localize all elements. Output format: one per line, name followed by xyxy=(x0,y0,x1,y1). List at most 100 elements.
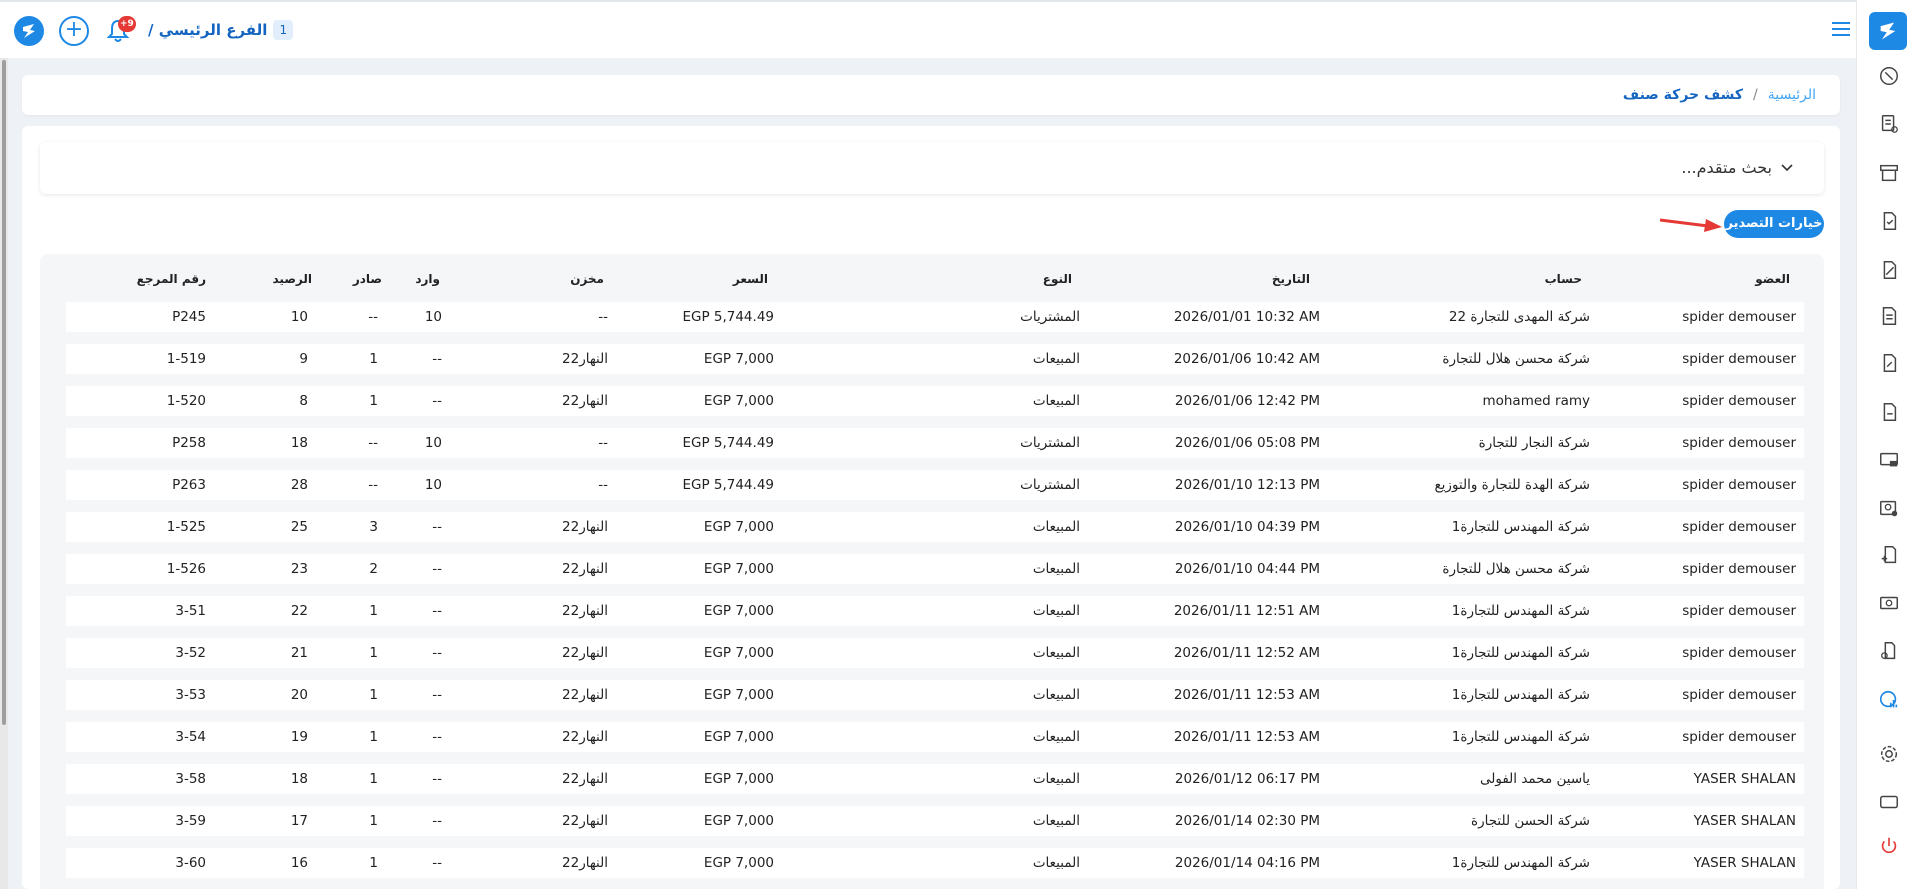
power-icon[interactable] xyxy=(1877,834,1901,858)
cell-ref: 1-525 xyxy=(166,519,206,535)
cell-outgoing: 1 xyxy=(369,393,378,409)
cell-member: spider demouser xyxy=(1682,393,1796,409)
dashboard-icon[interactable] xyxy=(1877,64,1901,88)
purchase-icon[interactable] xyxy=(1877,209,1901,233)
document-icon[interactable] xyxy=(1877,304,1901,328)
table-row[interactable]: spider demouser شركة محسن هلال للتجارة 202… xyxy=(66,344,1804,374)
table-row[interactable]: spider demouser شركة المهندس للتجارة1 2026… xyxy=(66,722,1804,752)
header-price: السعر xyxy=(732,272,768,286)
main-content: بحث متقدم... خيارات التصدير العضو حساب ا… xyxy=(22,126,1840,889)
cell-store: النهار22 xyxy=(562,351,608,367)
cell-date: 2026/01/10 04:44 PM xyxy=(1174,561,1320,577)
menu-toggle-icon[interactable] xyxy=(1832,22,1850,38)
cell-incoming: -- xyxy=(432,729,442,745)
cell-ref: 3-51 xyxy=(175,603,206,619)
app-logo-icon[interactable] xyxy=(14,16,44,46)
cell-balance: 18 xyxy=(290,771,308,787)
invoice-icon[interactable] xyxy=(1877,112,1901,136)
pos-icon[interactable] xyxy=(1877,448,1901,472)
chevron-down-icon xyxy=(1780,158,1794,177)
table-row[interactable]: YASER SHALAN شركة المهندس للتجارة1 2026/01… xyxy=(66,848,1804,878)
table-row[interactable]: spider demouser شركة النجار للتجارة 2026/0… xyxy=(66,428,1804,458)
header-incoming: وارد xyxy=(415,272,440,286)
cell-member: spider demouser xyxy=(1682,645,1796,661)
table-row[interactable]: spider demouser شركة المهندس للتجارة1 2026… xyxy=(66,680,1804,710)
advanced-search-toggle[interactable]: بحث متقدم... xyxy=(40,142,1824,194)
cell-account: شركة الحسن للتجارة xyxy=(1471,813,1590,829)
reports-icon[interactable] xyxy=(1877,688,1901,712)
cell-incoming: -- xyxy=(432,687,442,703)
cell-outgoing: 1 xyxy=(369,813,378,829)
cell-price: EGP 7,000 xyxy=(703,687,774,703)
cell-member: spider demouser xyxy=(1682,309,1796,325)
store-icon[interactable] xyxy=(1877,161,1901,185)
table-row[interactable]: spider demouser شركة محسن هلال للتجارة 202… xyxy=(66,554,1804,584)
breadcrumb-home-link[interactable]: الرئيسية xyxy=(1768,87,1816,103)
money-icon[interactable] xyxy=(1877,591,1901,615)
branch-selector[interactable]: 1 الفرع الرئيسي / xyxy=(148,20,294,40)
cell-balance: 25 xyxy=(290,519,308,535)
cell-account: شركة المهندس للتجارة1 xyxy=(1451,855,1590,871)
scrollbar-thumb[interactable] xyxy=(2,60,6,725)
cell-type: المبيعات xyxy=(1032,855,1080,871)
table-row[interactable]: YASER SHALAN ياسين محمد الفولى 2026/01/12 … xyxy=(66,764,1804,794)
cell-member: spider demouser xyxy=(1682,561,1796,577)
cell-price: EGP 5,744.49 xyxy=(682,309,774,325)
returns-icon[interactable] xyxy=(1877,351,1901,375)
add-button[interactable]: + xyxy=(59,16,89,46)
cell-date: 2026/01/06 10:42 AM xyxy=(1173,351,1320,367)
cell-account: شركة محسن هلال للتجارة xyxy=(1442,351,1590,367)
cell-incoming: -- xyxy=(432,855,442,871)
sidebar-logo-icon[interactable] xyxy=(1869,12,1907,50)
settings-icon[interactable] xyxy=(1877,742,1901,766)
cell-ref: P245 xyxy=(172,309,206,325)
cell-member: YASER SHALAN xyxy=(1693,855,1796,871)
sales-icon[interactable] xyxy=(1877,258,1901,282)
cell-incoming: -- xyxy=(432,603,442,619)
breadcrumb-card: الرئيسية / كشف حركة صنف xyxy=(22,75,1840,115)
cell-store: -- xyxy=(598,309,608,325)
table-row[interactable]: spider demouser شركة الهدة للتجارة والتوز… xyxy=(66,470,1804,500)
page-scrollbar[interactable] xyxy=(0,58,8,889)
table-row[interactable]: spider demouser شركة المهندس للتجارة1 2026… xyxy=(66,638,1804,668)
cell-type: المشتريات xyxy=(1020,477,1080,493)
export-options-button[interactable]: خيارات التصدير xyxy=(1724,210,1824,238)
cell-account: شركة النجار للتجارة xyxy=(1478,435,1590,451)
cell-account: شركة المهدى للتجارة 22 xyxy=(1448,309,1590,325)
cell-type: المبيعات xyxy=(1032,813,1080,829)
add-customer-icon[interactable] xyxy=(1877,543,1901,567)
employee-icon[interactable] xyxy=(1877,496,1901,520)
cell-incoming: -- xyxy=(432,393,442,409)
cell-type: المشتريات xyxy=(1020,435,1080,451)
return-invoice-icon[interactable] xyxy=(1877,400,1901,424)
header-ref: رقم المرجع xyxy=(136,272,206,286)
cell-outgoing: 2 xyxy=(369,561,378,577)
window-icon[interactable] xyxy=(1877,790,1901,814)
cell-incoming: -- xyxy=(432,351,442,367)
cell-balance: 10 xyxy=(290,309,308,325)
cell-ref: 3-60 xyxy=(175,855,206,871)
table-row[interactable]: spider demouser شركة المهندس للتجارة1 2026… xyxy=(66,596,1804,626)
cell-outgoing: 1 xyxy=(369,771,378,787)
expense-icon[interactable] xyxy=(1877,639,1901,663)
cell-ref: 1-520 xyxy=(166,393,206,409)
cell-type: المبيعات xyxy=(1032,519,1080,535)
table-row[interactable]: spider demouser mohamed ramy 2026/01/06 12… xyxy=(66,386,1804,416)
cell-ref: P258 xyxy=(172,435,206,451)
table-row[interactable]: spider demouser شركة المهدى للتجارة 22 202… xyxy=(66,302,1804,332)
cell-price: EGP 7,000 xyxy=(703,519,774,535)
table-row[interactable]: YASER SHALAN شركة الحسن للتجارة 2026/01/14… xyxy=(66,806,1804,836)
table-row[interactable]: spider demouser شركة المهندس للتجارة1 2026… xyxy=(66,512,1804,542)
cell-type: المبيعات xyxy=(1032,561,1080,577)
cell-date: 2026/01/11 12:52 AM xyxy=(1173,645,1320,661)
cell-price: EGP 7,000 xyxy=(703,351,774,367)
cell-price: EGP 7,000 xyxy=(703,603,774,619)
cell-price: EGP 5,744.49 xyxy=(682,477,774,493)
cell-type: المبيعات xyxy=(1032,771,1080,787)
cell-price: EGP 7,000 xyxy=(703,645,774,661)
header-outgoing: صادر xyxy=(352,272,382,286)
advanced-search-label: بحث متقدم... xyxy=(1681,158,1772,177)
cell-outgoing: -- xyxy=(368,435,378,451)
cell-balance: 19 xyxy=(290,729,308,745)
cell-store: النهار22 xyxy=(562,645,608,661)
